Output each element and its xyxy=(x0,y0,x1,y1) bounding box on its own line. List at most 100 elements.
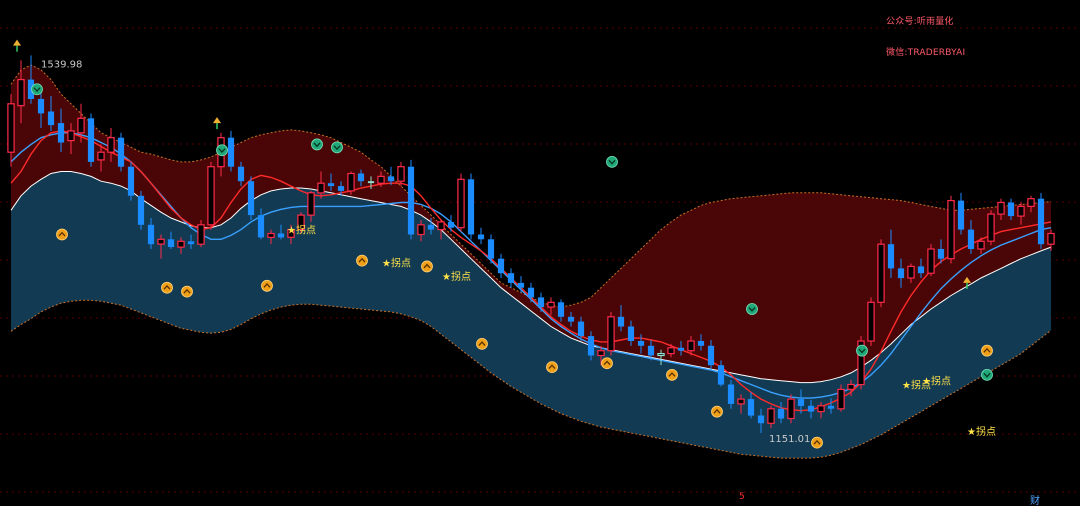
candle-49 xyxy=(497,253,505,279)
buy-circle xyxy=(811,436,823,449)
candle-body xyxy=(777,408,785,419)
buy-circle xyxy=(161,281,173,294)
candle-body xyxy=(1017,205,1025,217)
candle-body xyxy=(927,248,935,274)
buy-circle xyxy=(56,228,68,241)
candle-body xyxy=(477,234,485,240)
candle-body xyxy=(607,316,615,352)
candle-body xyxy=(637,341,645,346)
buy-signal-icon xyxy=(711,405,723,418)
candle-body xyxy=(947,200,955,260)
candle-body xyxy=(697,341,705,346)
sell-signal-icon xyxy=(981,368,993,381)
buy-circle xyxy=(476,337,488,350)
candle-body xyxy=(497,258,505,274)
buy-circle xyxy=(421,260,433,273)
buy-signal-icon xyxy=(546,361,558,374)
candle-body xyxy=(227,137,235,167)
candle-body xyxy=(687,340,695,352)
candle-body xyxy=(1037,198,1045,245)
candle-body xyxy=(847,383,855,390)
candle-body xyxy=(127,166,135,196)
buy-signal-icon xyxy=(981,344,993,357)
candle-34 xyxy=(347,171,355,195)
candle-78 xyxy=(787,394,795,424)
buy-circle xyxy=(601,357,613,370)
candle-body xyxy=(327,183,335,187)
buy-signal-icon xyxy=(356,254,368,267)
candle-body xyxy=(317,182,325,194)
candle-45 xyxy=(457,173,465,232)
turning-point-label: ★拐点 xyxy=(382,256,411,269)
candle-body xyxy=(277,233,285,238)
buy-signal-icon xyxy=(811,436,823,449)
buy-signal-icon xyxy=(601,357,613,370)
buy-signal-icon xyxy=(181,285,193,298)
candle-body xyxy=(377,175,385,184)
candle-87 xyxy=(877,239,885,308)
candle-47 xyxy=(477,227,485,245)
candle-8 xyxy=(87,113,95,167)
candle-body xyxy=(587,336,595,356)
candle-86 xyxy=(867,297,875,346)
candle-body xyxy=(77,117,85,134)
candle-body xyxy=(367,181,375,184)
candle-body xyxy=(167,239,175,247)
candle-body xyxy=(987,213,995,242)
candle-body xyxy=(17,78,25,107)
candle-body xyxy=(527,287,535,298)
candle-body xyxy=(147,224,155,245)
low-price-label: 1151.01 xyxy=(769,434,810,445)
candle-body xyxy=(487,239,495,259)
buy-circle xyxy=(666,368,678,381)
candle-body xyxy=(397,166,405,182)
candle-60 xyxy=(607,311,615,356)
candle-39 xyxy=(397,161,405,187)
arrow-marker-icon xyxy=(213,117,221,130)
candle-body xyxy=(447,221,455,228)
candle-body xyxy=(757,415,765,424)
candle-body xyxy=(407,166,415,235)
candle-body xyxy=(747,399,755,416)
arrow-head xyxy=(13,39,21,46)
candle-body xyxy=(677,347,685,351)
candle-body xyxy=(767,408,775,424)
buy-circle xyxy=(181,285,193,298)
candle-body xyxy=(7,103,15,153)
candle-body xyxy=(357,173,365,182)
candle-body xyxy=(817,405,825,413)
watermark-wechat-account: 公众号:听雨量化 xyxy=(886,17,954,27)
buy-circle xyxy=(546,361,558,374)
candle-body xyxy=(937,249,945,259)
candle-body xyxy=(207,166,215,226)
candle-body xyxy=(387,176,395,182)
candle-body xyxy=(337,186,345,191)
candle-body xyxy=(87,118,95,162)
candle-body xyxy=(617,316,625,327)
candle-body xyxy=(197,224,205,245)
watermark-wechat-id: 微信:TRADERBYAI xyxy=(886,48,966,58)
candle-body xyxy=(157,238,165,245)
candle-95 xyxy=(957,192,965,235)
arrow-marker-icon xyxy=(13,39,21,52)
sell-circle xyxy=(331,141,343,154)
candle-body xyxy=(957,200,965,230)
candle-body xyxy=(667,347,675,355)
candle-body xyxy=(967,229,975,249)
candle-body xyxy=(117,137,125,167)
candle-body xyxy=(1047,232,1055,245)
candle-body xyxy=(727,384,735,404)
buy-signal-icon xyxy=(476,337,488,350)
arrow-head xyxy=(213,117,221,124)
candle-body xyxy=(797,399,805,406)
buy-signal-icon xyxy=(666,368,678,381)
candle-body xyxy=(107,137,115,153)
candle-body xyxy=(977,240,985,250)
candle-body xyxy=(47,111,55,126)
turning-point-label: ★拐点 xyxy=(442,270,471,283)
candle-12 xyxy=(127,161,135,201)
sell-signal-icon xyxy=(606,155,618,168)
candle-body xyxy=(137,195,145,225)
buy-circle xyxy=(356,254,368,267)
candlestick-chart: ★拐点★拐点★拐点★拐点★拐点★拐点★拐点 1539.98 1151.01 xyxy=(0,27,1080,493)
